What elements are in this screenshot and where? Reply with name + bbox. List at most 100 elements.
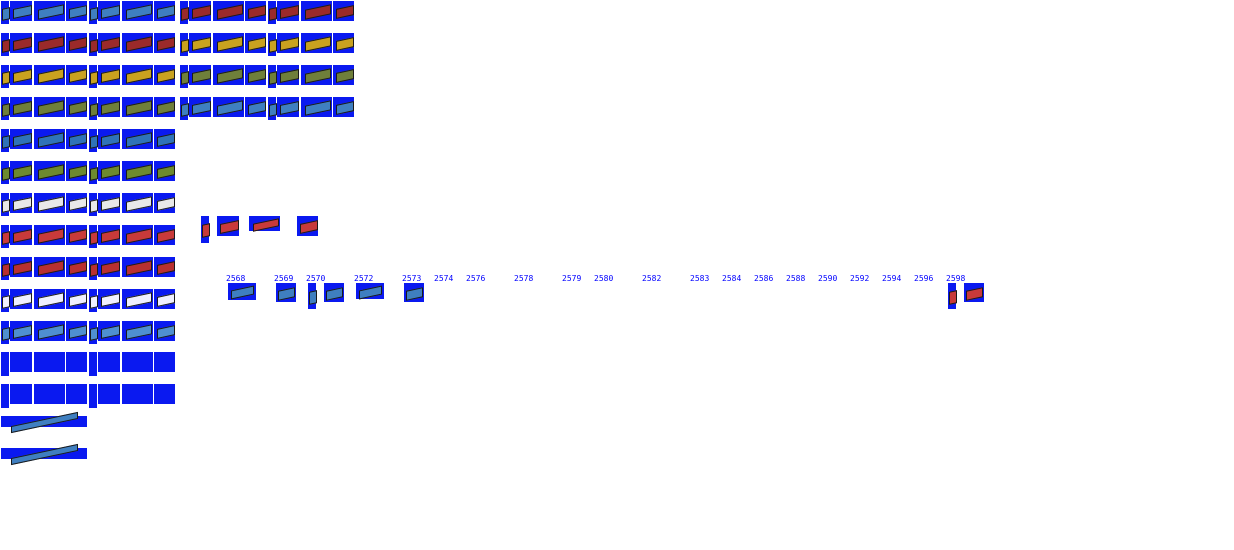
vehicle-sprite xyxy=(189,65,211,85)
vehicle-sprite xyxy=(66,321,87,341)
sprite-index-label: 2584 xyxy=(722,274,742,283)
vehicle-sprite xyxy=(98,257,120,277)
vehicle-sprite xyxy=(154,321,175,341)
sprite-index-label: 2583 xyxy=(690,274,710,283)
sprite-index-label: 2582 xyxy=(642,274,662,283)
vehicle-sprite xyxy=(122,161,153,181)
vehicle-sprite xyxy=(34,321,65,341)
vehicle-sprite xyxy=(245,97,266,117)
empty-sprite-slot xyxy=(154,352,175,372)
vehicle-sprite xyxy=(89,129,98,152)
sprite-index-label: 2596 xyxy=(914,274,934,283)
vehicle-sprite xyxy=(89,97,98,120)
vehicle-sprite xyxy=(98,193,120,213)
empty-sprite-slot xyxy=(10,384,32,404)
vehicle-sprite xyxy=(34,289,65,309)
vehicle-sprite xyxy=(122,97,153,117)
vehicle-sprite xyxy=(245,1,266,21)
empty-sprite-slot xyxy=(66,352,87,372)
sprite-index-label: 2579 xyxy=(562,274,582,283)
vehicle-sprite xyxy=(66,1,87,21)
vehicle-sprite xyxy=(10,1,32,21)
vehicle-sprite xyxy=(89,161,98,184)
empty-sprite-slot xyxy=(34,384,65,404)
vehicle-sprite xyxy=(98,289,120,309)
vehicle-sprite xyxy=(89,193,98,216)
vehicle-sprite xyxy=(180,97,189,120)
vehicle-sprite xyxy=(66,129,87,149)
vehicle-sprite xyxy=(98,97,120,117)
vehicle-sprite xyxy=(277,33,299,53)
vehicle-sprite xyxy=(964,283,984,302)
sprite-index-label: 2590 xyxy=(818,274,838,283)
empty-sprite-slot xyxy=(98,352,120,372)
vehicle-sprite xyxy=(34,1,65,21)
vehicle-sprite xyxy=(154,225,175,245)
vehicle-sprite xyxy=(249,216,280,232)
vehicle-sprite xyxy=(268,33,277,56)
vehicle-sprite xyxy=(180,65,189,88)
sprite-index-label: 2592 xyxy=(850,274,870,283)
vehicle-sprite xyxy=(89,33,98,56)
vehicle-sprite xyxy=(228,283,256,300)
long-train-sprite xyxy=(1,443,87,466)
vehicle-sprite xyxy=(122,321,153,341)
vehicle-sprite xyxy=(301,33,332,53)
vehicle-sprite xyxy=(10,321,32,341)
vehicle-sprite xyxy=(217,216,239,236)
vehicle-sprite xyxy=(10,33,32,53)
vehicle-sprite xyxy=(154,33,175,53)
vehicle-sprite xyxy=(89,289,98,312)
vehicle-sprite xyxy=(98,321,120,341)
vehicle-sprite xyxy=(122,193,153,213)
vehicle-sprite xyxy=(356,283,384,300)
vehicle-sprite xyxy=(1,33,10,56)
vehicle-sprite xyxy=(245,33,266,53)
vehicle-sprite xyxy=(10,257,32,277)
vehicle-sprite xyxy=(154,97,175,117)
vehicle-sprite xyxy=(154,129,175,149)
empty-sprite-slot xyxy=(122,384,153,404)
vehicle-sprite xyxy=(1,193,10,216)
vehicle-sprite xyxy=(213,1,244,21)
vehicle-sprite xyxy=(276,283,296,302)
vehicle-sprite xyxy=(201,216,210,243)
vehicle-sprite xyxy=(268,1,277,24)
vehicle-sprite xyxy=(122,129,153,149)
vehicle-sprite xyxy=(10,225,32,245)
vehicle-sprite xyxy=(189,97,211,117)
vehicle-sprite xyxy=(34,193,65,213)
vehicle-sprite xyxy=(189,1,211,21)
empty-sprite-slot xyxy=(10,352,32,372)
vehicle-sprite xyxy=(10,161,32,181)
vehicle-sprite xyxy=(98,65,120,85)
vehicle-sprite xyxy=(180,33,189,56)
sprite-index-label: 2568 xyxy=(226,274,246,283)
vehicle-sprite xyxy=(66,97,87,117)
vehicle-sprite xyxy=(301,97,332,117)
vehicle-sprite xyxy=(297,216,318,236)
vehicle-sprite xyxy=(34,65,65,85)
vehicle-sprite xyxy=(98,225,120,245)
vehicle-sprite xyxy=(89,257,98,280)
vehicle-sprite xyxy=(333,65,354,85)
sprite-index-label: 2588 xyxy=(786,274,806,283)
vehicle-sprite xyxy=(122,225,153,245)
vehicle-sprite xyxy=(154,193,175,213)
vehicle-sprite xyxy=(1,289,10,312)
vehicle-sprite xyxy=(122,257,153,277)
vehicle-sprite xyxy=(213,97,244,117)
vehicle-sprite xyxy=(180,1,189,24)
vehicle-sprite xyxy=(268,65,277,88)
vehicle-sprite xyxy=(1,257,10,280)
vehicle-sprite xyxy=(1,161,10,184)
vehicle-sprite xyxy=(277,1,299,21)
sprite-index-label: 2578 xyxy=(514,274,534,283)
empty-sprite-slot xyxy=(1,352,9,376)
vehicle-sprite xyxy=(154,289,175,309)
empty-sprite-slot xyxy=(34,352,65,372)
vehicle-sprite xyxy=(1,1,10,24)
sprite-index-label: 2573 xyxy=(402,274,422,283)
vehicle-sprite xyxy=(122,33,153,53)
vehicle-sprite xyxy=(89,225,98,248)
